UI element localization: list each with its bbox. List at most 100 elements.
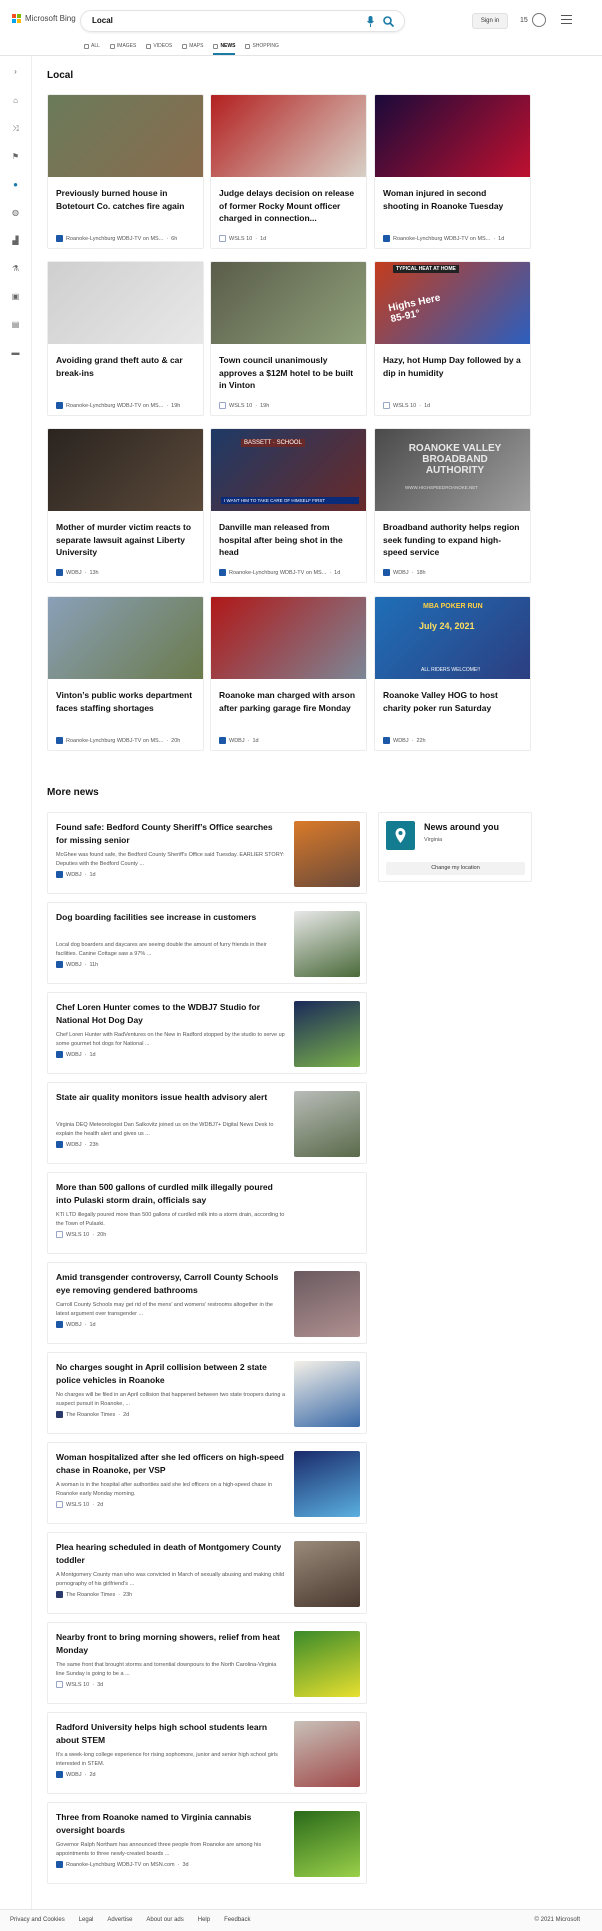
footer-link[interactable]: About our ads [146,1917,183,1923]
news-list-item[interactable]: State air quality monitors issue health … [47,1082,367,1164]
news-thumbnail[interactable]: TYPICAL HEAT AT HOME Highs Here 85-91° [375,262,530,344]
tab-maps[interactable]: MAPS [182,40,203,52]
tab-videos[interactable]: VIDEOS [146,40,172,52]
news-thumbnail[interactable] [294,821,360,887]
search-box[interactable]: Local [80,10,405,32]
news-thumbnail[interactable] [211,597,366,679]
change-location-button[interactable]: Change my location [386,862,525,875]
news-thumbnail[interactable] [294,1451,360,1517]
home-icon[interactable]: ⌂ [11,96,20,105]
list-item-title[interactable]: Nearby front to bring morning showers, r… [56,1631,286,1656]
news-list-item[interactable]: Woman hospitalized after she led officer… [47,1442,367,1524]
news-list-item[interactable]: No charges sought in April collision bet… [47,1352,367,1434]
news-thumbnail[interactable] [375,95,530,177]
shuffle-icon[interactable]: ⤨ [11,124,20,133]
tab-all[interactable]: ALL [84,40,100,52]
news-thumbnail[interactable] [294,1001,360,1067]
list-item-title[interactable]: Three from Roanoke named to Virginia can… [56,1811,286,1836]
tab-news[interactable]: NEWS [213,40,236,55]
tab-images[interactable]: IMAGES [109,40,136,52]
card-title[interactable]: Danville man released from hospital afte… [219,521,360,559]
location-pin-icon[interactable]: ● [11,180,20,189]
card-title[interactable]: Avoiding grand theft auto & car break-in… [56,354,197,379]
news-card[interactable]: MBA POKER RUN July 24, 2021 ALL RIDERS WEL… [374,596,531,751]
news-thumbnail[interactable] [294,1091,360,1157]
list-item-title[interactable]: Chef Loren Hunter comes to the WDBJ7 Stu… [56,1001,286,1026]
news-thumbnail[interactable] [48,95,203,177]
card-title[interactable]: Mother of murder victim reacts to separa… [56,521,197,559]
footer-link[interactable]: Feedback [224,1917,250,1923]
news-list-item[interactable]: Amid transgender controversy, Carroll Co… [47,1262,367,1344]
card-title[interactable]: Vinton’s public works department faces s… [56,689,197,714]
news-list-item[interactable]: Dog boarding facilities see increase in … [47,902,367,984]
politics-icon[interactable]: ▤ [11,320,20,329]
tab-shopping[interactable]: SHOPPING [245,40,279,52]
news-thumbnail[interactable] [294,1361,360,1427]
footer-link[interactable]: Privacy and Cookies [10,1917,65,1923]
news-card[interactable]: Town council unanimously approves a $12M… [210,261,367,416]
list-item-title[interactable]: Amid transgender controversy, Carroll Co… [56,1271,286,1296]
flag-icon[interactable]: ⚑ [11,152,20,161]
news-thumbnail[interactable] [48,429,203,511]
news-list-item[interactable]: Plea hearing scheduled in death of Montg… [47,1532,367,1614]
news-thumbnail[interactable]: BASSETT · SCHOOL I WANT HIM TO TAKE CARE … [211,429,366,511]
rewards-button[interactable]: 15 [520,13,546,27]
news-card[interactable]: Judge delays decision on release of form… [210,94,367,249]
footer-link[interactable]: Advertise [107,1917,132,1923]
news-thumbnail[interactable]: MBA POKER RUN July 24, 2021 ALL RIDERS WEL… [375,597,530,679]
list-item-title[interactable]: No charges sought in April collision bet… [56,1361,286,1386]
card-title[interactable]: Judge delays decision on release of form… [219,187,360,225]
news-thumbnail[interactable] [48,262,203,344]
news-thumbnail[interactable] [48,597,203,679]
news-thumbnail[interactable] [294,1631,360,1697]
news-card[interactable]: ROANOKE VALLEY BROADBAND AUTHORITY WWW.HI… [374,428,531,583]
globe-icon[interactable]: ◍ [11,208,20,217]
news-card[interactable]: Roanoke man charged with arson after par… [210,596,367,751]
news-list-item[interactable]: Three from Roanoke named to Virginia can… [47,1802,367,1884]
footer-link[interactable]: Legal [79,1917,94,1923]
list-item-title[interactable]: Woman hospitalized after she led officer… [56,1451,286,1476]
news-card[interactable]: BASSETT · SCHOOL I WANT HIM TO TAKE CARE … [210,428,367,583]
news-card[interactable]: Vinton’s public works department faces s… [47,596,204,751]
entertainment-icon[interactable]: ▣ [11,292,20,301]
news-card[interactable]: Avoiding grand theft auto & car break-in… [47,261,204,416]
news-thumbnail[interactable] [294,1811,360,1877]
list-item-title[interactable]: Dog boarding facilities see increase in … [56,911,286,924]
card-title[interactable]: Woman injured in second shooting in Roan… [383,187,524,212]
sign-in-button[interactable]: Sign in [472,13,508,29]
card-title[interactable]: Town council unanimously approves a $12M… [219,354,360,392]
news-thumbnail[interactable] [294,1721,360,1787]
news-thumbnail[interactable] [294,1541,360,1607]
list-item-title[interactable]: More than 500 gallons of curdled milk il… [56,1181,286,1206]
news-thumbnail[interactable] [294,911,360,977]
card-title[interactable]: Roanoke man charged with arson after par… [219,689,360,714]
list-item-title[interactable]: Plea hearing scheduled in death of Montg… [56,1541,286,1566]
news-thumbnail[interactable] [211,262,366,344]
news-card[interactable]: Previously burned house in Botetourt Co.… [47,94,204,249]
news-list-item[interactable]: Found safe: Bedford County Sheriff’s Off… [47,812,367,894]
search-icon[interactable] [383,16,394,27]
bing-logo[interactable]: Microsoft Bing [12,14,76,23]
money-icon[interactable]: ▬ [11,348,20,357]
card-title[interactable]: Broadband authority helps region seek fu… [383,521,524,559]
menu-icon[interactable] [561,15,572,24]
news-thumbnail[interactable] [294,1271,360,1337]
news-thumbnail[interactable] [211,95,366,177]
news-list-item[interactable]: Radford University helps high school stu… [47,1712,367,1794]
news-thumbnail[interactable]: ROANOKE VALLEY BROADBAND AUTHORITY WWW.HI… [375,429,530,511]
news-card[interactable]: Mother of murder victim reacts to separa… [47,428,204,583]
news-card[interactable]: Woman injured in second shooting in Roan… [374,94,531,249]
news-list-item[interactable]: More than 500 gallons of curdled milk il… [47,1172,367,1254]
news-list-item[interactable]: Chef Loren Hunter comes to the WDBJ7 Stu… [47,992,367,1074]
list-item-title[interactable]: Found safe: Bedford County Sheriff’s Off… [56,821,286,846]
card-title[interactable]: Hazy, hot Hump Day followed by a dip in … [383,354,524,379]
news-card[interactable]: TYPICAL HEAT AT HOME Highs Here 85-91° Haz… [374,261,531,416]
card-title[interactable]: Roanoke Valley HOG to host charity poker… [383,689,524,714]
science-icon[interactable]: ⚗ [11,264,20,273]
footer-link[interactable]: Help [198,1917,210,1923]
microphone-icon[interactable] [367,16,374,27]
search-input[interactable]: Local [92,16,113,25]
list-item-title[interactable]: Radford University helps high school stu… [56,1721,286,1746]
card-title[interactable]: Previously burned house in Botetourt Co.… [56,187,197,212]
news-list-item[interactable]: Nearby front to bring morning showers, r… [47,1622,367,1704]
